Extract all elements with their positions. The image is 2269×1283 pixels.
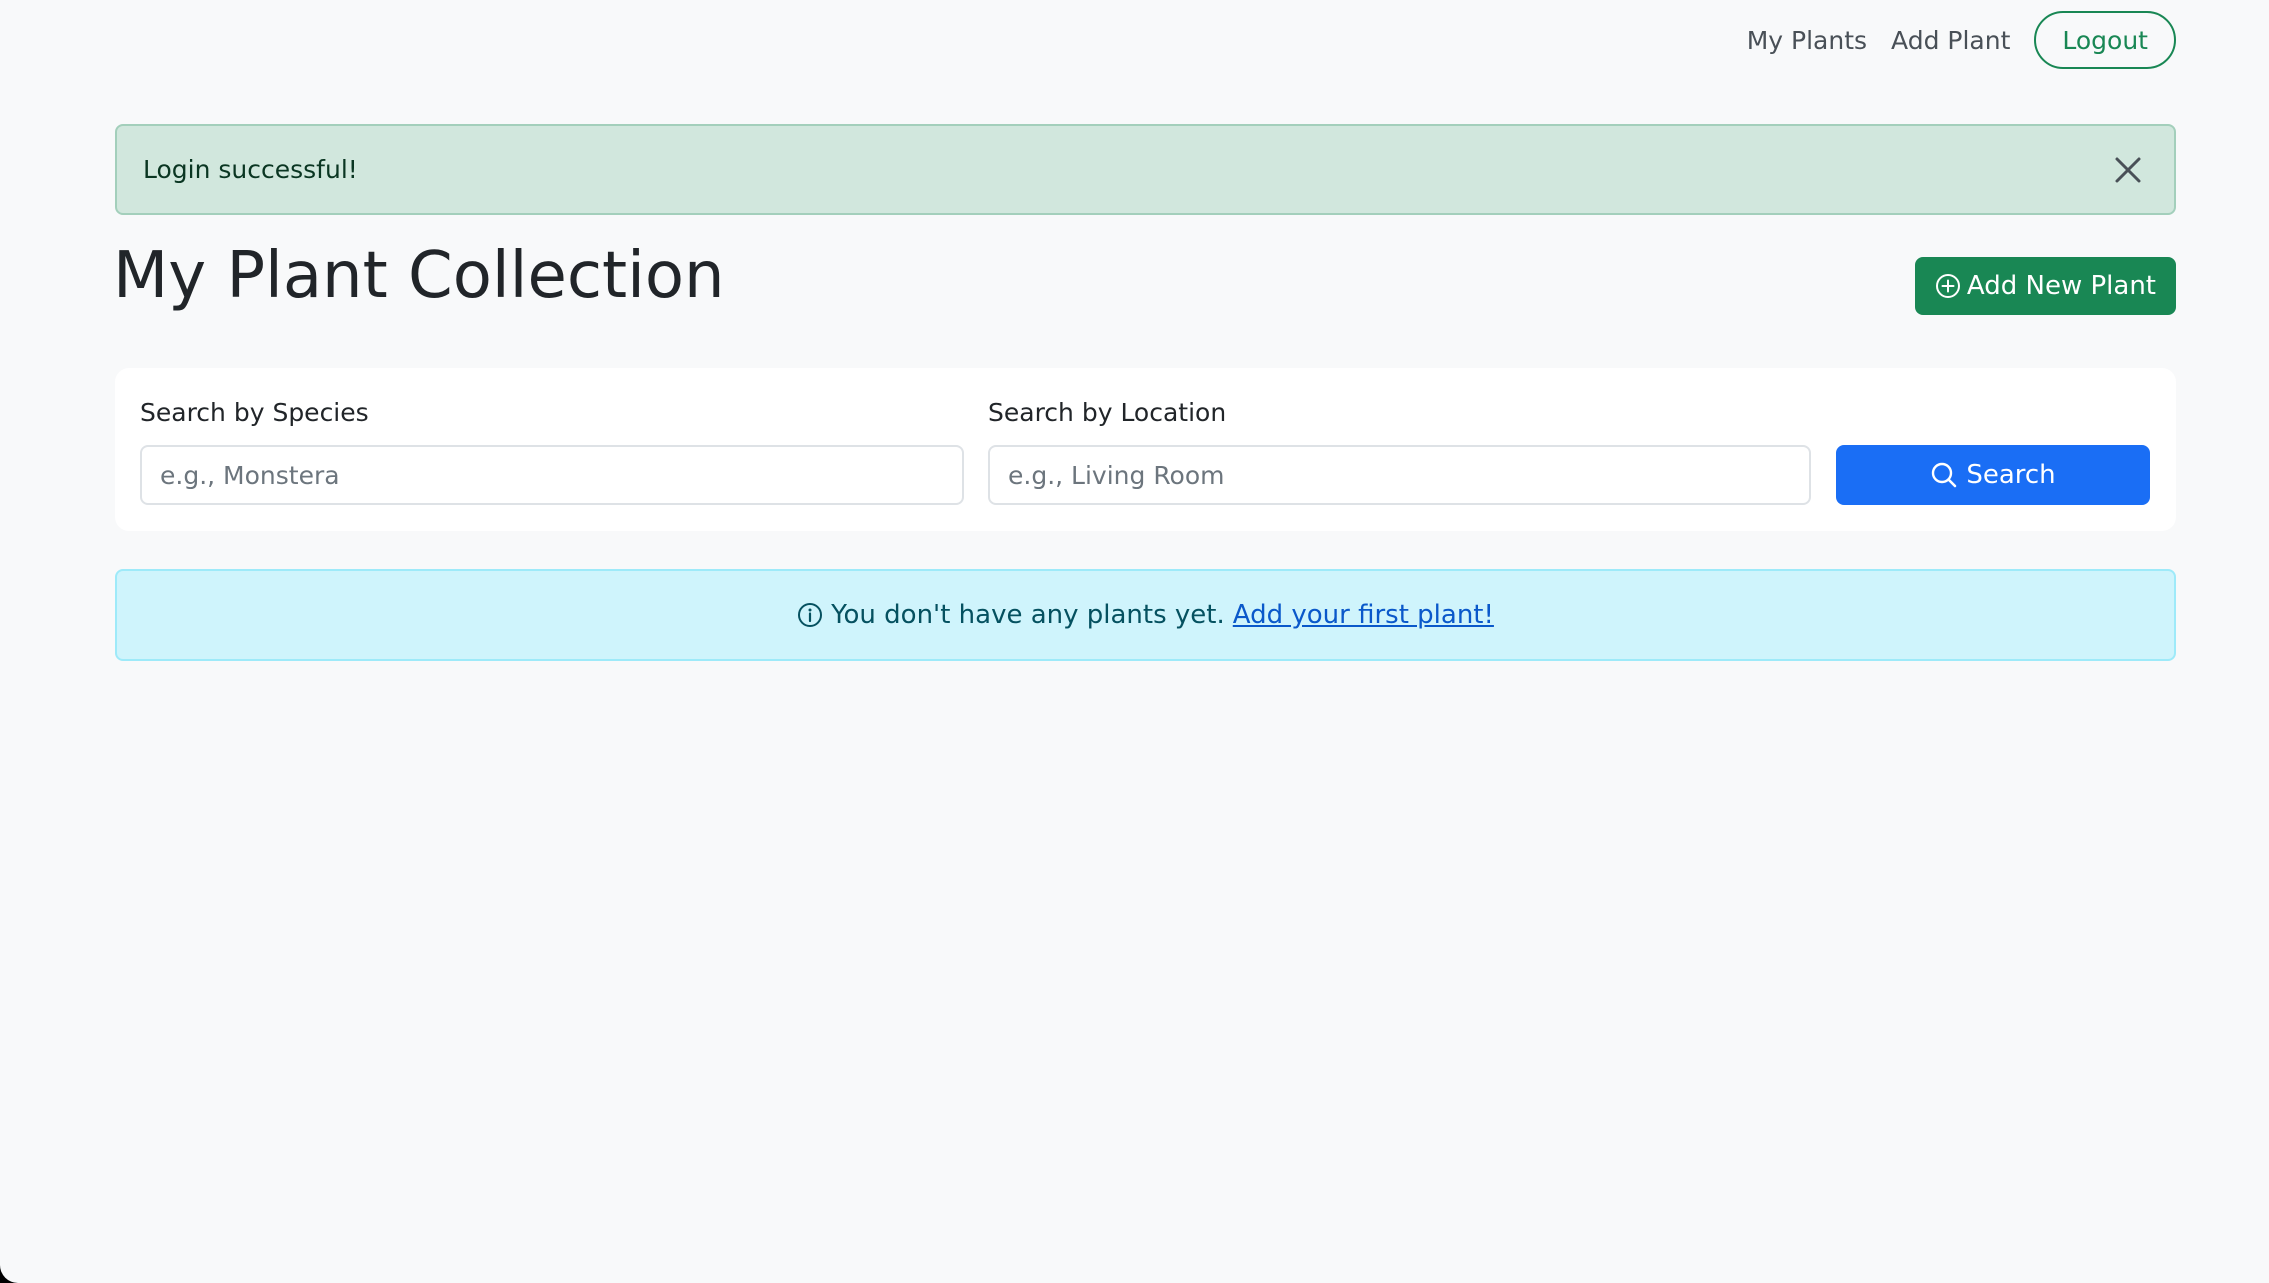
plus-circle-icon xyxy=(1935,274,1960,298)
add-new-plant-button[interactable]: Add New Plant xyxy=(1914,257,2176,315)
add-first-plant-link[interactable]: Add your first plant! xyxy=(1233,600,1494,630)
search-icon xyxy=(1932,462,1957,488)
logout-button[interactable]: Logout xyxy=(2034,11,2176,69)
search-button[interactable]: Search xyxy=(1836,445,2150,505)
location-search-input[interactable] xyxy=(988,445,1811,505)
add-new-plant-label: Add New Plant xyxy=(1966,271,2156,301)
empty-state-message: You don't have any plants yet. xyxy=(831,600,1225,630)
info-circle-icon xyxy=(798,603,823,627)
nav-link-my-plants[interactable]: My Plants xyxy=(1735,26,1879,55)
empty-state-alert: You don't have any plants yet. Add your … xyxy=(115,569,2176,661)
species-label: Search by Species xyxy=(140,398,369,427)
close-icon xyxy=(2115,157,2141,182)
species-search-input[interactable] xyxy=(140,445,964,505)
search-card: Search by Species Search by Location Sea… xyxy=(115,368,2176,531)
search-button-label: Search xyxy=(1966,460,2056,490)
page-title: My Plant Collection xyxy=(113,239,725,313)
top-nav: My Plants Add Plant Logout xyxy=(1735,10,2176,70)
success-alert: Login successful! xyxy=(115,124,2176,215)
page: My Plants Add Plant Logout Login success… xyxy=(0,0,2269,1283)
location-label: Search by Location xyxy=(988,398,1227,427)
nav-link-add-plant[interactable]: Add Plant xyxy=(1879,26,2022,55)
alert-message: Login successful! xyxy=(143,155,358,184)
close-alert-button[interactable] xyxy=(2108,150,2148,190)
